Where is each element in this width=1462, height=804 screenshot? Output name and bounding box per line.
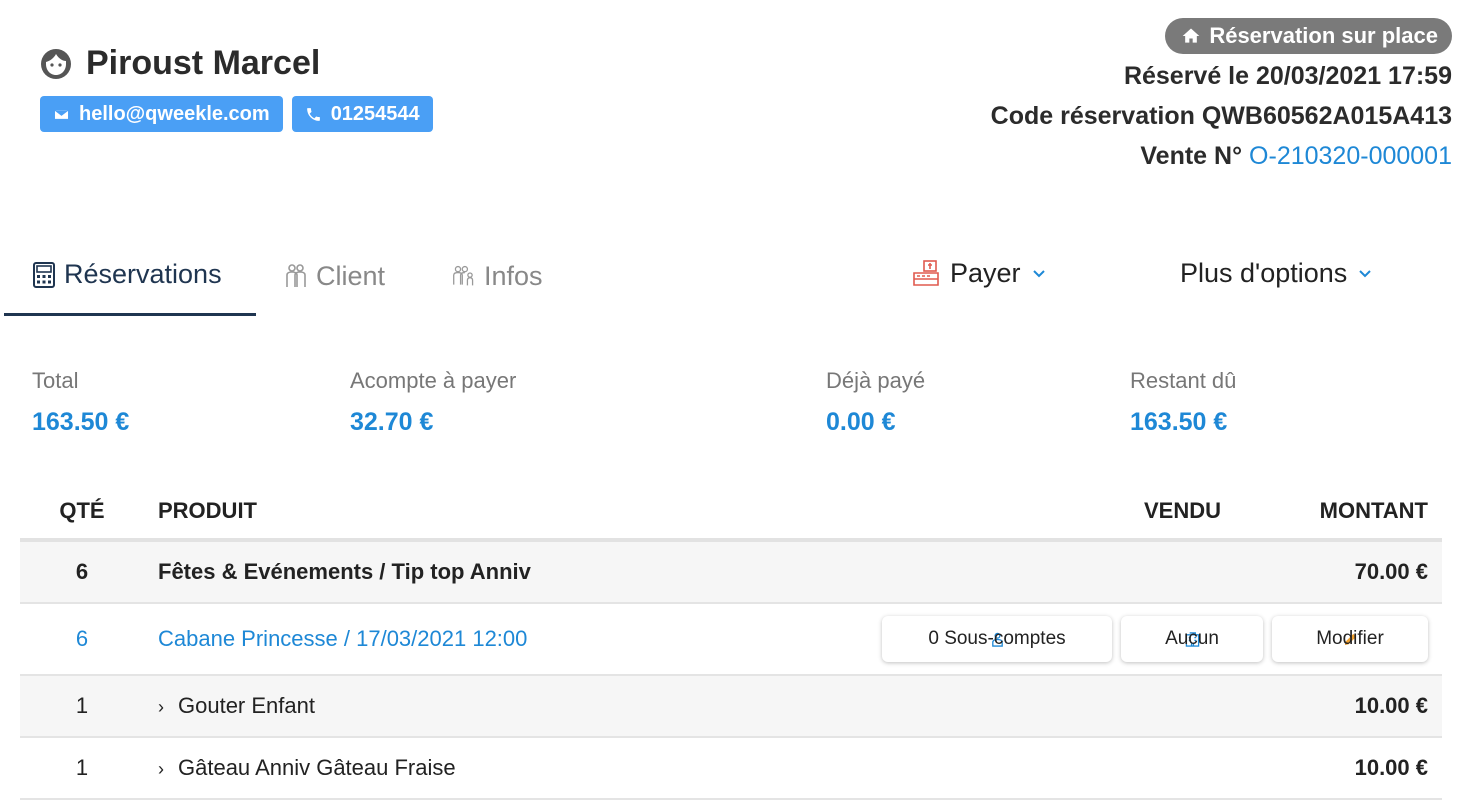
tab-infos[interactable]: Infos (424, 236, 571, 316)
tab-client[interactable]: Client (256, 236, 424, 316)
total-block: Total 163.50 € (32, 368, 129, 437)
deposit-value: 32.70 € (350, 408, 434, 436)
tab-reservations-label: Réservations (64, 259, 222, 289)
table-row: 6 Fêtes & Evénements / Tip top Anniv 70.… (20, 542, 1442, 604)
row-qty: 6 (75, 559, 89, 584)
paid-value: 0.00 € (826, 408, 896, 436)
email-text: hello@qweekle.com (79, 102, 270, 125)
pay-dropdown[interactable]: Payer (912, 252, 1047, 294)
reservation-meta: Réservation sur place Réservé le 20/03/2… (991, 18, 1452, 174)
row-product: Gouter Enfant (178, 693, 315, 718)
user-avatar-icon (41, 48, 71, 79)
phone-chip[interactable]: 01254544 (291, 96, 433, 132)
row-product-cell: › Gouter Enfant (158, 693, 315, 719)
totals-summary: Total 163.50 € Acompte à payer 32.70 € D… (0, 368, 1462, 448)
total-value: 163.50 € (32, 408, 130, 436)
more-options-dropdown[interactable]: Plus d'options (1180, 252, 1373, 294)
row-product-link[interactable]: Cabane Princesse / 17/03/2021 12:00 (158, 626, 527, 652)
people-icon (286, 264, 306, 287)
row-qty: 1 (75, 755, 89, 780)
table-row: 1 › Gouter Enfant 10.00 € (20, 676, 1442, 738)
chevron-right-icon[interactable]: › (158, 759, 164, 780)
more-options-label: Plus d'options (1180, 257, 1348, 288)
products-table: QTÉ PRODUIT VENDU MONTANT 6 Fêtes & Evén… (20, 484, 1442, 800)
header-sold: VENDU (1144, 498, 1222, 523)
reservation-type-badge: Réservation sur place (1165, 18, 1452, 54)
room-button[interactable]: Aucun (1121, 616, 1263, 662)
deposit-label: Acompte à payer (350, 368, 517, 393)
contact-chips: hello@qweekle.com 01254544 (40, 96, 433, 132)
row-qty: 1 (75, 693, 89, 718)
table-row: 6 Cabane Princesse / 17/03/2021 12:00 0 … (20, 604, 1442, 676)
subaccounts-label: 0 Sous-comptes (928, 628, 1066, 649)
chevron-down-icon (1359, 270, 1371, 278)
phone-text: 01254544 (330, 102, 420, 125)
reserved-date: Réservé le 20/03/2021 17:59 (1123, 62, 1452, 90)
home-icon (1182, 28, 1200, 43)
tab-reservations[interactable]: Réservations (4, 236, 256, 316)
cash-register-icon (913, 260, 939, 286)
email-chip[interactable]: hello@qweekle.com (40, 96, 283, 132)
sale-number-line: Vente N° O-210320-000001 (991, 138, 1452, 174)
row-qty: 6 (75, 626, 89, 651)
sale-label: Vente N° (1140, 142, 1243, 170)
mail-icon (53, 108, 70, 120)
phone-icon (306, 107, 320, 121)
row-product: Fêtes & Evénements / Tip top Anniv (158, 559, 531, 584)
tab-actions: Payer Plus d'options (912, 252, 1452, 294)
header-product: PRODUIT (158, 498, 257, 523)
remaining-label: Restant dû (1130, 368, 1237, 393)
row-product-cell: › Gâteau Anniv Gâteau Fraise (158, 755, 456, 781)
row-amount: 70.00 € (1354, 559, 1428, 584)
paid-label: Déjà payé (826, 368, 926, 393)
header-qty: QTÉ (59, 498, 105, 523)
row-amount: 10.00 € (1354, 693, 1428, 718)
row-product: Gâteau Anniv Gâteau Fraise (178, 755, 456, 780)
row-amount: 10.00 € (1354, 755, 1428, 780)
room-label: Aucun (1165, 628, 1219, 649)
client-name: Piroust Marcel (86, 44, 321, 82)
group-info-icon (453, 265, 474, 286)
subaccounts-button[interactable]: 0 Sous-comptes (882, 616, 1112, 662)
header-amount: MONTANT (1319, 498, 1428, 523)
reservation-code: Code réservation QWB60562A015A413 (990, 102, 1452, 130)
remaining-value: 163.50 € (1130, 408, 1228, 436)
sale-number-link[interactable]: O-210320-000001 (1249, 142, 1452, 170)
chevron-right-icon[interactable]: › (158, 697, 164, 718)
client-header: Piroust Marcel (40, 44, 320, 83)
remaining-block: Restant dû 163.50 € (1130, 368, 1236, 437)
edit-label: Modifier (1316, 628, 1384, 649)
row-actions: 0 Sous-comptes Aucun Modifier (882, 616, 1428, 662)
pay-label: Payer (950, 257, 1021, 288)
chevron-down-icon (1032, 270, 1045, 278)
badge-label: Réservation sur place (1209, 23, 1438, 48)
table-row: 1 › Gâteau Anniv Gâteau Fraise 10.00 € (20, 738, 1442, 800)
tab-bar: Réservations Client Infos (4, 236, 571, 316)
total-label: Total (32, 368, 79, 393)
deposit-block: Acompte à payer 32.70 € (350, 368, 516, 437)
tab-infos-label: Infos (484, 260, 543, 291)
table-header: QTÉ PRODUIT VENDU MONTANT (20, 484, 1442, 542)
calculator-icon (33, 261, 55, 288)
paid-block: Déjà payé 0.00 € (826, 368, 925, 437)
edit-button[interactable]: Modifier (1272, 616, 1428, 662)
tab-client-label: Client (316, 260, 386, 291)
